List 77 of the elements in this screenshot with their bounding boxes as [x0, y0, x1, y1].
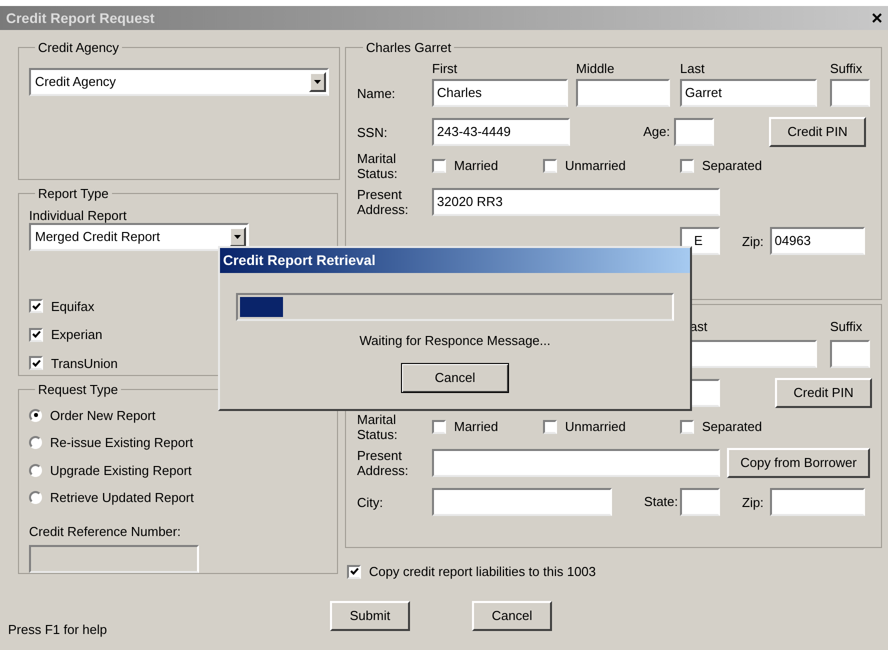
dialog-title: Credit Report Retrieval [223, 251, 376, 270]
radio-label: Upgrade Existing Report [50, 462, 192, 480]
checkbox-label: TransUnion [51, 354, 118, 372]
checkbox[interactable] [543, 420, 557, 434]
city-field[interactable] [432, 488, 612, 516]
checked-checkbox[interactable] [29, 356, 43, 370]
label: Age: [643, 124, 670, 139]
label: Zip: [742, 494, 764, 510]
radio-button[interactable] [29, 464, 42, 477]
checkbox-label: Unmarried [565, 157, 626, 176]
checkbox-label: Equifax [51, 298, 94, 316]
copy-from-borrower-button[interactable]: Copy from Borrower [727, 448, 870, 478]
checkbox[interactable] [680, 420, 694, 434]
checkbox[interactable] [432, 420, 446, 434]
column-heading: Last [680, 60, 705, 76]
window-title: Credit Report Request [6, 8, 155, 28]
radio-button[interactable] [29, 436, 42, 450]
radio-label: Retrieve Updated Report [50, 489, 194, 507]
age-field[interactable] [674, 118, 714, 146]
group-label: Charles Garret [365, 39, 452, 57]
checkbox-label: Married [454, 157, 498, 176]
state-field[interactable]: E [680, 227, 720, 255]
checked-checkbox[interactable] [29, 328, 43, 342]
label: Marital Status: [357, 412, 398, 442]
checkbox-label: Separated [702, 418, 762, 436]
suffix-field[interactable] [830, 340, 870, 368]
column-heading: First [432, 60, 458, 76]
checkbox-label: Married [454, 418, 498, 436]
checkbox[interactable] [432, 159, 446, 173]
label: City: [357, 494, 384, 510]
first-name-field[interactable]: Charles [432, 79, 568, 107]
submit-button[interactable]: Submit [330, 600, 410, 630]
label: Credit Reference Number: [29, 524, 182, 538]
cancel-button[interactable]: Cancel [472, 600, 552, 630]
suffix-field[interactable] [830, 79, 870, 107]
status-text: Press F1 for help [8, 622, 108, 636]
zip-field[interactable] [770, 488, 865, 516]
close-icon[interactable] [872, 13, 882, 23]
column-heading: Suffix [830, 319, 862, 334]
label: Present Address: [357, 448, 410, 478]
label: Present Address: [357, 187, 410, 217]
group-label: Report Type [37, 185, 110, 203]
label: SSN: [357, 124, 388, 140]
group-label: Request Type [37, 381, 119, 399]
column-heading: Middle [576, 60, 614, 76]
column-heading: Suffix [830, 60, 862, 76]
address-field[interactable] [432, 449, 720, 477]
last-name-field[interactable]: Garret [680, 79, 817, 107]
checkbox-label: Experian [51, 326, 102, 344]
credit-pin-button[interactable]: Credit PIN [775, 378, 872, 408]
radio-label: Re-issue Existing Report [50, 434, 194, 452]
checkbox-label: Unmarried [565, 418, 626, 436]
cancel-button[interactable]: Cancel [401, 363, 509, 393]
checkbox[interactable] [543, 159, 557, 173]
label: State: [644, 494, 678, 509]
group-label: Credit Agency [37, 39, 120, 57]
radio-button[interactable] [29, 491, 42, 504]
checked-checkbox[interactable] [29, 299, 43, 314]
checkbox-label: Separated [702, 157, 762, 176]
label: Individual Report [29, 208, 128, 222]
radio-label: Order New Report [50, 406, 156, 425]
credit-agency-dropdown[interactable]: Credit Agency [29, 68, 329, 96]
checkbox-label: Copy credit report liabilities to this 1003 [369, 563, 596, 581]
label: Zip: [742, 234, 764, 248]
state-field[interactable] [680, 488, 720, 516]
report-dropdown[interactable]: Merged Credit Report [29, 222, 249, 250]
checked-checkbox[interactable] [347, 564, 361, 579]
address-field[interactable]: 32020 RR3 [432, 188, 720, 216]
credit-pin-button[interactable]: Credit PIN [769, 117, 866, 147]
ssn-field[interactable]: 243-43-4449 [432, 118, 570, 146]
zip-field[interactable]: 04963 [770, 227, 865, 255]
checkbox[interactable] [680, 159, 694, 173]
selected-radio-button[interactable] [29, 408, 42, 422]
dialog-message: Waiting for Responce Message... [360, 333, 550, 348]
middle-name-field[interactable] [576, 79, 670, 107]
label: Marital Status: [357, 151, 398, 181]
label: Name: [357, 86, 396, 100]
